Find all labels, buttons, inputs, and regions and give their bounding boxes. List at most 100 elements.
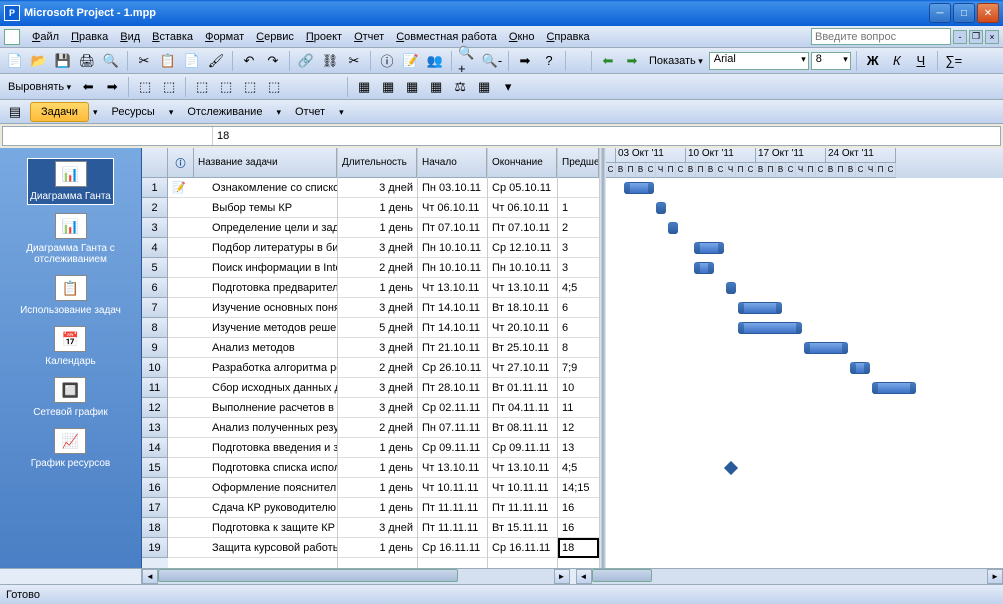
duration-cell[interactable]: 3 дней <box>338 338 417 358</box>
start-cell[interactable]: Пт 11.11.11 <box>418 518 487 538</box>
info-cell[interactable] <box>168 498 194 518</box>
goto-icon[interactable]: ➡ <box>514 50 536 72</box>
mdi-restore-button[interactable]: ❐ <box>969 30 983 44</box>
info-cell[interactable] <box>168 218 194 238</box>
menu-Окно[interactable]: Окно <box>503 29 541 45</box>
start-cell[interactable]: Пн 10.10.11 <box>418 258 487 278</box>
pred-cell[interactable]: 6 <box>558 298 599 318</box>
row-header[interactable]: 1 <box>142 178 168 198</box>
pred-cell[interactable]: 16 <box>558 518 599 538</box>
font-size-select[interactable]: 8 <box>811 52 851 70</box>
info-cell[interactable] <box>168 478 194 498</box>
task-name-cell[interactable]: Анализ полученных резу <box>194 418 337 438</box>
start-cell[interactable]: Пт 21.10.11 <box>418 338 487 358</box>
maximize-button[interactable]: □ <box>953 3 975 23</box>
pane-icon[interactable]: ▤ <box>4 101 26 123</box>
link-icon[interactable]: 🔗 <box>295 50 317 72</box>
start-cell[interactable]: Пн 03.10.11 <box>418 178 487 198</box>
gantt-bar[interactable] <box>738 322 802 334</box>
info-cell[interactable] <box>168 358 194 378</box>
pred-cell[interactable]: 12 <box>558 418 599 438</box>
info-cell[interactable] <box>168 318 194 338</box>
row-header[interactable]: 2 <box>142 198 168 218</box>
pred-cell[interactable]: 18 <box>558 538 599 558</box>
redo-icon[interactable]: ↷ <box>262 50 284 72</box>
scroll-left-button[interactable]: ◄ <box>142 569 158 584</box>
gantt-bar[interactable] <box>694 242 724 254</box>
duration-cell[interactable]: 1 день <box>338 498 417 518</box>
menu-Справка[interactable]: Справка <box>540 29 595 45</box>
cut-icon[interactable]: ✂ <box>133 50 155 72</box>
info-cell[interactable] <box>168 438 194 458</box>
assign-icon[interactable]: 👥 <box>424 50 446 72</box>
t7-icon[interactable]: ▦ <box>353 76 375 98</box>
menu-Правка[interactable]: Правка <box>65 29 114 45</box>
indent-icon[interactable]: ➡ <box>101 76 123 98</box>
row-header[interactable]: 3 <box>142 218 168 238</box>
gantt-bar[interactable] <box>668 222 678 234</box>
pred-cell[interactable]: 16 <box>558 498 599 518</box>
info-cell[interactable] <box>168 398 194 418</box>
menu-Вставка[interactable]: Вставка <box>146 29 199 45</box>
finish-cell[interactable]: Ср 16.11.11 <box>488 538 557 558</box>
row-header[interactable]: 14 <box>142 438 168 458</box>
split-icon[interactable]: ✂ <box>343 50 365 72</box>
start-cell[interactable]: Пт 07.10.11 <box>418 218 487 238</box>
t4-icon[interactable]: ⬚ <box>215 76 237 98</box>
save-icon[interactable]: 💾 <box>52 50 74 72</box>
start-cell[interactable]: Чт 13.10.11 <box>418 458 487 478</box>
info-cell[interactable] <box>168 458 194 478</box>
row-header[interactable]: 8 <box>142 318 168 338</box>
menu-Формат[interactable]: Формат <box>199 29 250 45</box>
sidebar-item-5[interactable]: 📈График ресурсов <box>29 426 113 471</box>
duration-cell[interactable]: 1 день <box>338 438 417 458</box>
outdent-icon[interactable]: ⬅ <box>77 76 99 98</box>
duration-cell[interactable]: 3 дней <box>338 238 417 258</box>
tab-report[interactable]: Отчет <box>285 103 335 121</box>
nav-fwd-icon[interactable]: ➡ <box>621 50 643 72</box>
pred-cell[interactable]: 10 <box>558 378 599 398</box>
gantt-bar[interactable] <box>726 282 736 294</box>
duration-cell[interactable]: 1 день <box>338 478 417 498</box>
t11-icon[interactable]: ⚖ <box>449 76 471 98</box>
start-cell[interactable]: Ср 09.11.11 <box>418 438 487 458</box>
finish-cell[interactable]: Ср 09.11.11 <box>488 438 557 458</box>
start-cell[interactable]: Пн 07.11.11 <box>418 418 487 438</box>
copy-icon[interactable]: 📋 <box>157 50 179 72</box>
pred-cell[interactable]: 11 <box>558 398 599 418</box>
info-cell[interactable] <box>168 538 194 558</box>
finish-cell[interactable]: Чт 06.10.11 <box>488 198 557 218</box>
menu-Отчет[interactable]: Отчет <box>348 29 390 45</box>
row-header[interactable]: 13 <box>142 418 168 438</box>
row-header[interactable]: 19 <box>142 538 168 558</box>
gantt-bar[interactable] <box>694 262 714 274</box>
help-icon[interactable]: ? <box>538 50 560 72</box>
finish-cell[interactable]: Вт 25.10.11 <box>488 338 557 358</box>
row-header[interactable]: 6 <box>142 278 168 298</box>
zoom-out-icon[interactable]: 🔍- <box>481 50 503 72</box>
task-name-cell[interactable]: Определение цели и зада <box>194 218 337 238</box>
start-cell[interactable]: Чт 06.10.11 <box>418 198 487 218</box>
scroll-thumb-gantt[interactable] <box>592 569 652 582</box>
task-name-cell[interactable]: Подготовка списка испол <box>194 458 337 478</box>
menu-Файл[interactable]: Файл <box>26 29 65 45</box>
tab-tasks[interactable]: Задачи <box>30 102 89 122</box>
row-header[interactable]: 17 <box>142 498 168 518</box>
gantt-scroll-left-button[interactable]: ◄ <box>576 569 592 584</box>
help-search-input[interactable] <box>811 28 951 45</box>
col-duration-header[interactable]: Длительность <box>338 148 417 178</box>
duration-cell[interactable]: 1 день <box>338 458 417 478</box>
row-header[interactable]: 12 <box>142 398 168 418</box>
start-cell[interactable]: Чт 10.11.11 <box>418 478 487 498</box>
info-cell[interactable] <box>168 238 194 258</box>
duration-cell[interactable]: 1 день <box>338 198 417 218</box>
task-name-cell[interactable]: Подготовка предварител <box>194 278 337 298</box>
info-cell[interactable] <box>168 338 194 358</box>
finish-cell[interactable]: Пт 04.11.11 <box>488 398 557 418</box>
row-header[interactable]: 16 <box>142 478 168 498</box>
t8-icon[interactable]: ▦ <box>377 76 399 98</box>
finish-cell[interactable]: Пт 11.11.11 <box>488 498 557 518</box>
finish-cell[interactable]: Вт 01.11.11 <box>488 378 557 398</box>
finish-cell[interactable]: Вт 18.10.11 <box>488 298 557 318</box>
pred-cell[interactable]: 1 <box>558 198 599 218</box>
